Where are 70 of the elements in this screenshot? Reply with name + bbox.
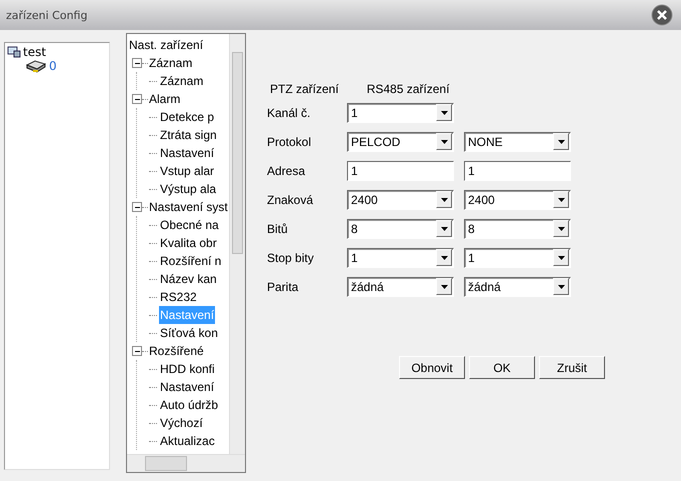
caret-icon	[440, 110, 448, 114]
caret-icon	[558, 256, 564, 260]
input-field[interactable]: 1	[347, 160, 454, 180]
dropdown[interactable]: 1	[347, 248, 454, 268]
window-title: zařízeni Config	[6, 8, 88, 22]
vertical-scrollbar[interactable]	[229, 34, 245, 454]
tree-item[interactable]: Síťová kon	[159, 324, 219, 342]
tree-item[interactable]: HDD konfi	[159, 360, 216, 378]
field-label: Parita	[267, 280, 300, 294]
tree-item[interactable]: Obecné na	[159, 216, 220, 234]
caret-icon	[440, 140, 448, 144]
expander-icon[interactable]	[132, 58, 142, 68]
input-field[interactable]: 1	[464, 160, 571, 180]
tree-item[interactable]: Ztráta sign	[159, 126, 218, 144]
tree-item[interactable]: Záznam	[159, 72, 204, 90]
tree-item[interactable]: 0	[49, 59, 57, 73]
tree-item[interactable]: Vstup alar	[159, 162, 216, 180]
button[interactable]: OK	[469, 356, 535, 379]
caret-icon	[558, 140, 564, 144]
computer-icon	[7, 46, 21, 58]
column-header: PTZ zařízení	[270, 82, 339, 96]
caret-icon	[558, 198, 564, 202]
button[interactable]: Obnovit	[399, 356, 465, 379]
tree-item[interactable]: Název kan	[159, 270, 218, 288]
dropdown[interactable]: 2400	[464, 190, 571, 210]
tree-item[interactable]: Nastavení	[159, 378, 216, 396]
caret-icon	[440, 284, 448, 288]
caret-icon	[440, 226, 448, 230]
tree-item[interactable]: Alarm	[148, 90, 182, 108]
tree-item[interactable]: Kvalita obr	[159, 234, 218, 252]
tree-item[interactable]: Nastavení syst	[148, 198, 229, 216]
tree-item[interactable]: Detekce p	[159, 108, 216, 126]
tree-item[interactable]: Rozšířené	[148, 342, 205, 360]
tree-item[interactable]: Nastavení	[159, 144, 216, 162]
dropdown[interactable]: žádná	[347, 276, 454, 296]
field-label: Bitů	[267, 222, 289, 236]
field-label: Adresa	[267, 164, 306, 178]
expander-icon[interactable]	[132, 94, 142, 104]
dropdown[interactable]: 1	[347, 102, 454, 122]
dropdown[interactable]: 8	[347, 218, 454, 238]
dropdown[interactable]: 1	[464, 248, 571, 268]
field-label: Znaková	[267, 192, 314, 206]
tree-item[interactable]: test	[23, 45, 46, 59]
caret-icon	[558, 226, 564, 230]
tree-item[interactable]: Rozšíření n	[159, 252, 222, 270]
horizontal-scrollbar[interactable]	[127, 454, 245, 472]
expander-icon[interactable]	[132, 346, 142, 356]
tree-item[interactable]: RS232	[159, 288, 198, 306]
dropdown[interactable]: 2400	[347, 190, 454, 210]
caret-icon	[440, 256, 448, 260]
field-label: Protokol	[267, 134, 312, 148]
tree-item[interactable]: Aktualizac	[159, 432, 216, 450]
caret-icon	[558, 284, 564, 288]
expander-icon[interactable]	[132, 202, 142, 212]
dropdown[interactable]: PELCOD	[347, 132, 454, 152]
column-header: RS485 zařízení	[366, 82, 450, 96]
dropdown[interactable]: NONE	[464, 132, 571, 152]
tree-item[interactable]: Výstup ala	[159, 180, 218, 198]
field-label: Stop bity	[267, 250, 315, 264]
device-icon	[25, 59, 47, 73]
tree-item[interactable]: Auto údržb	[159, 396, 220, 414]
tree-item[interactable]: Nast. zařízení	[129, 36, 229, 54]
close-icon[interactable]	[651, 4, 673, 26]
field-label: Kanál č.	[267, 106, 312, 120]
tree-item[interactable]: Výchozí	[159, 414, 204, 432]
caret-icon	[440, 198, 448, 202]
dropdown[interactable]: 8	[464, 218, 571, 238]
dropdown[interactable]: žádná	[464, 276, 571, 296]
button[interactable]: Zrušit	[539, 356, 605, 379]
tree-item[interactable]: Záznam	[148, 54, 194, 72]
